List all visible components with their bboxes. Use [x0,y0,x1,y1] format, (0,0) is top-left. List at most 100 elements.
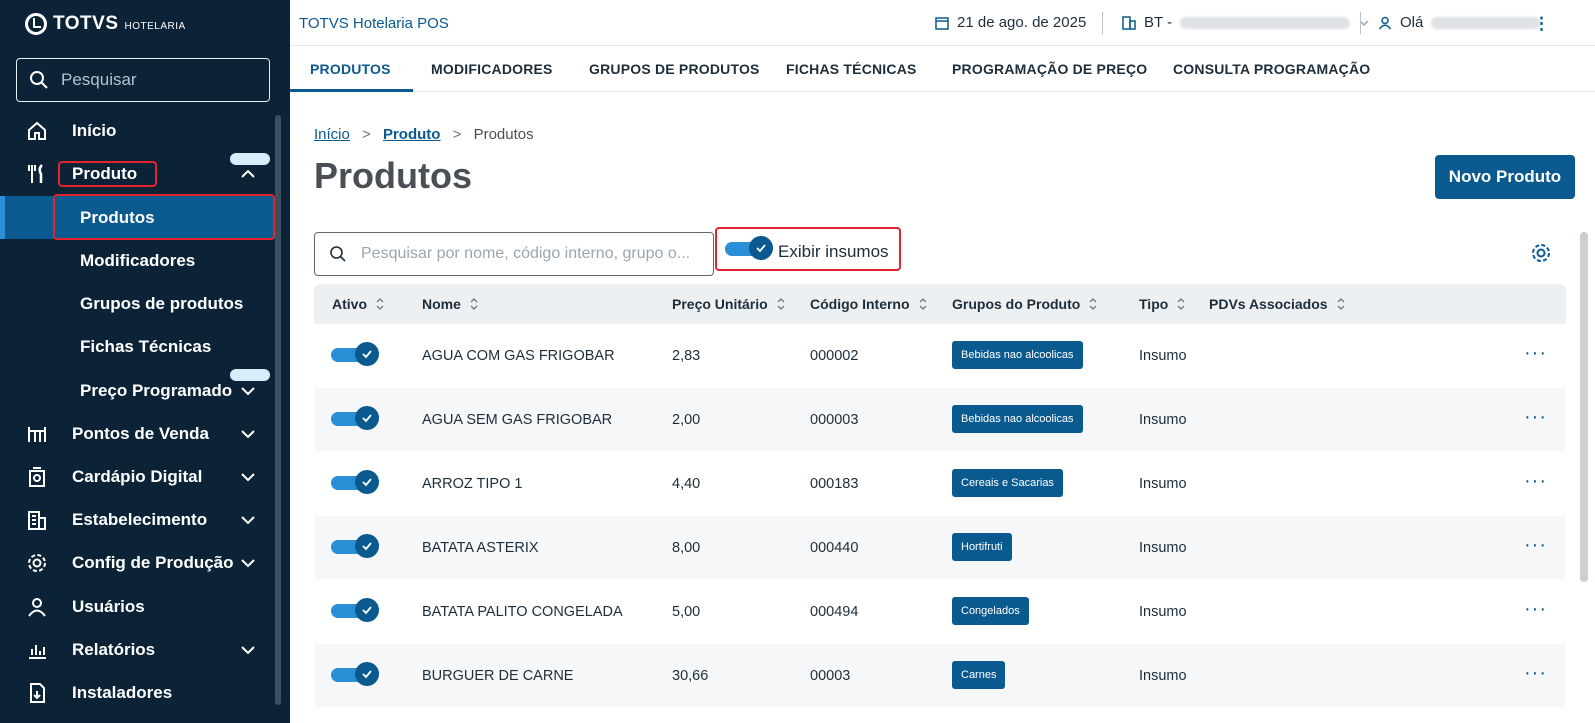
breadcrumb-separator: > [362,126,371,143]
group-tag: Bebidas nao alcoolicas [952,341,1083,369]
sidebar-item-cardapio[interactable]: Cardápio Digital [0,457,280,497]
row-actions-icon[interactable]: ··· [1524,662,1547,685]
breadcrumb-produto[interactable]: Produto [383,126,441,143]
cell-nome: BATATA PALITO CONGELADA [422,604,623,620]
column-ativo[interactable]: Ativo [332,296,385,312]
products-table: Ativo Nome Preço Unitário Código Interno… [314,284,1566,723]
table-row[interactable]: BATATA ASTERIX 8,00 000440 Hortifruti In… [314,516,1566,580]
exibir-insumos-toggle[interactable] [725,236,775,260]
sidebar-subitem-modificadores[interactable]: Modificadores [0,241,280,281]
column-tipo[interactable]: Tipo [1139,296,1186,312]
ativo-toggle[interactable] [331,534,381,558]
sidebar-subitem-label: Grupos de produtos [80,294,244,313]
chevron-down-icon[interactable] [240,426,256,442]
sidebar-subitem-label: Modificadores [80,251,196,270]
ativo-toggle[interactable] [331,598,381,622]
chevron-down-icon[interactable] [240,383,256,399]
search-icon [30,71,48,89]
sidebar-item-pontos-venda[interactable]: Pontos de Venda [0,414,280,454]
cell-codigo: 000183 [810,476,859,492]
kebab-menu-icon[interactable]: ⋮ [1533,14,1550,34]
sidebar-item-usuarios[interactable]: Usuários [0,587,280,627]
table-row[interactable]: BURGUER DE CARNE 30,66 00003 Carnes Insu… [314,644,1566,708]
settings-gear-icon[interactable] [1530,242,1552,264]
tab-produtos[interactable]: PRODUTOS [310,61,391,77]
header-establishment-selector[interactable]: BT - [1122,14,1370,31]
sidebar-item-inicio[interactable]: Início [0,111,280,151]
tab-modificadores[interactable]: MODIFICADORES [431,61,553,77]
cell-codigo: 00003 [810,668,851,684]
check-icon [355,598,379,622]
header-date: 21 de ago. de 2025 [935,14,1086,31]
table-row[interactable]: AGUA COM GAS FRIGOBAR 2,83 000002 Bebida… [314,324,1566,388]
sidebar-subitem-fichas[interactable]: Fichas Técnicas [0,327,280,367]
ativo-toggle[interactable] [331,470,381,494]
sidebar-item-instaladores[interactable]: Instaladores [0,673,280,713]
chevron-down-icon[interactable] [240,469,256,485]
ativo-toggle[interactable] [331,406,381,430]
sidebar-item-label: Config de Produção [72,553,234,572]
main-scrollbar[interactable] [1580,232,1588,582]
tab-grupos-produtos[interactable]: GRUPOS DE PRODUTOS [589,61,760,77]
totvs-logo[interactable]: TOTVS HOTELARIA [25,13,186,35]
app-title: TOTVS Hotelaria POS [299,15,449,32]
column-nome[interactable]: Nome [422,296,479,312]
badge-pill [230,369,270,381]
row-actions-icon[interactable]: ··· [1524,470,1547,493]
header-date-text: 21 de ago. de 2025 [957,14,1087,31]
building-icon [1122,15,1136,30]
product-search-input[interactable]: Pesquisar por nome, código interno, grup… [314,232,714,276]
page-title: Produtos [314,155,472,196]
ativo-toggle[interactable] [331,662,381,686]
user-icon [1378,16,1392,29]
sidebar-item-relatorios[interactable]: Relatórios [0,630,280,670]
menu-book-icon [26,466,48,488]
table-row[interactable]: ARROZ TIPO 1 4,40 000183 Cereais e Sacar… [314,452,1566,516]
breadcrumb-inicio[interactable]: Início [314,126,350,143]
row-actions-icon[interactable]: ··· [1524,598,1547,621]
column-label: Preço Unitário [672,296,768,312]
tab-consulta-programacao[interactable]: CONSULTA PROGRAMAÇÃO [1173,61,1370,77]
column-label: Nome [422,296,461,312]
chevron-down-icon[interactable] [240,512,256,528]
column-grupos[interactable]: Grupos do Produto [952,296,1098,312]
column-preco[interactable]: Preço Unitário [672,296,786,312]
chevron-down-icon[interactable] [240,642,256,658]
row-actions-icon[interactable]: ··· [1524,534,1547,557]
column-codigo[interactable]: Código Interno [810,296,928,312]
highlight-produtos [53,194,275,240]
table-row[interactable]: AGUA SEM GAS FRIGOBAR 2,00 000003 Bebida… [314,388,1566,452]
column-pdvs[interactable]: PDVs Associados [1209,296,1346,312]
sidebar-scrollbar[interactable] [275,115,281,705]
row-actions-icon[interactable]: ··· [1524,406,1547,429]
sidebar-subitem-grupos[interactable]: Grupos de produtos [0,284,280,324]
tab-fichas-tecnicas[interactable]: FICHAS TÉCNICAS [786,61,917,77]
sort-icon [1177,298,1185,310]
top-bar: TOTVS Hotelaria POS 21 de ago. de 2025 B… [290,0,1595,46]
calendar-icon [935,16,949,30]
chevron-up-icon[interactable] [240,166,256,182]
cell-codigo: 000440 [810,540,859,556]
sort-icon [919,298,927,310]
sidebar-item-config-producao[interactable]: Config de Produção [0,543,280,583]
header-user[interactable]: Olá [1378,14,1542,31]
ativo-toggle[interactable] [331,342,381,366]
chart-icon [26,639,48,661]
check-icon [355,342,379,366]
sidebar-item-estabelecimento[interactable]: Estabelecimento [0,500,280,540]
tab-programacao-preco[interactable]: PROGRAMAÇÃO DE PREÇO [952,61,1147,77]
cutlery-icon [26,163,48,185]
chevron-down-icon[interactable] [240,555,256,571]
sidebar-search-placeholder: Pesquisar [61,70,137,89]
table-row[interactable]: BATATA PALITO CONGELADA 5,00 000494 Cong… [314,580,1566,644]
breadcrumb-separator: > [452,126,462,143]
product-search-placeholder: Pesquisar por nome, código interno, grup… [361,245,691,262]
row-actions-icon[interactable]: ··· [1524,342,1547,365]
column-label: PDVs Associados [1209,296,1328,312]
column-label: Grupos do Produto [952,296,1081,312]
sidebar-search-input[interactable]: Pesquisar [16,58,270,102]
group-tag: Bebidas nao alcoolicas [952,405,1083,433]
badge-pill [230,153,270,165]
column-label: Tipo [1139,296,1169,312]
new-product-button[interactable]: Novo Produto [1435,155,1575,199]
